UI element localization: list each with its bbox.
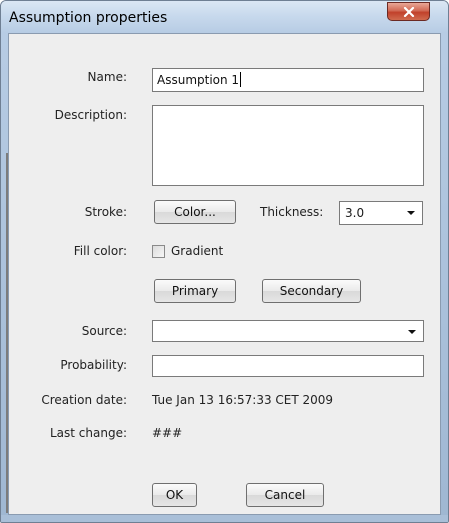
thickness-select[interactable]: 3.0: [339, 201, 423, 225]
dialog-window: Assumption properties Name: Assumption 1…: [0, 0, 449, 523]
ok-button[interactable]: OK: [152, 483, 197, 507]
last-change-label: Last change:: [49, 426, 127, 440]
window-right-border: [441, 33, 448, 522]
gradient-checkbox[interactable]: [152, 245, 165, 258]
source-label: Source:: [81, 324, 127, 338]
dialog-content: Name: Assumption 1 Description: Stroke: …: [8, 33, 441, 515]
fill-color-label: Fill color:: [73, 244, 127, 258]
chevron-down-icon: [408, 330, 416, 334]
creation-date-label: Creation date:: [41, 393, 127, 407]
cancel-button[interactable]: Cancel: [246, 483, 324, 507]
description-label: Description:: [54, 108, 127, 122]
source-select[interactable]: [152, 320, 424, 342]
thickness-label: Thickness:: [260, 205, 324, 219]
probability-input[interactable]: [152, 355, 424, 377]
last-change-value: ###: [152, 426, 183, 440]
close-button[interactable]: [387, 2, 430, 21]
title-bar[interactable]: Assumption properties: [1, 1, 448, 33]
window-bottom-border: [1, 515, 448, 522]
name-input[interactable]: Assumption 1: [152, 68, 424, 92]
primary-button[interactable]: Primary: [154, 279, 236, 303]
chevron-down-icon: [407, 211, 415, 215]
description-textarea[interactable]: [152, 105, 424, 186]
close-icon: [403, 6, 414, 17]
color-button[interactable]: Color...: [154, 200, 236, 224]
text-cursor: [240, 72, 242, 87]
name-label: Name:: [87, 70, 127, 84]
window-left-border: [1, 33, 8, 522]
secondary-button[interactable]: Secondary: [262, 279, 361, 303]
name-value: Assumption 1: [157, 73, 240, 87]
creation-date-value: Tue Jan 13 16:57:33 CET 2009: [152, 393, 334, 407]
window-title: Assumption properties: [9, 10, 168, 26]
thickness-value: 3.0: [345, 206, 365, 220]
probability-label: Probability:: [60, 358, 127, 372]
stroke-label: Stroke:: [84, 205, 127, 219]
gradient-label: Gradient: [171, 244, 224, 258]
